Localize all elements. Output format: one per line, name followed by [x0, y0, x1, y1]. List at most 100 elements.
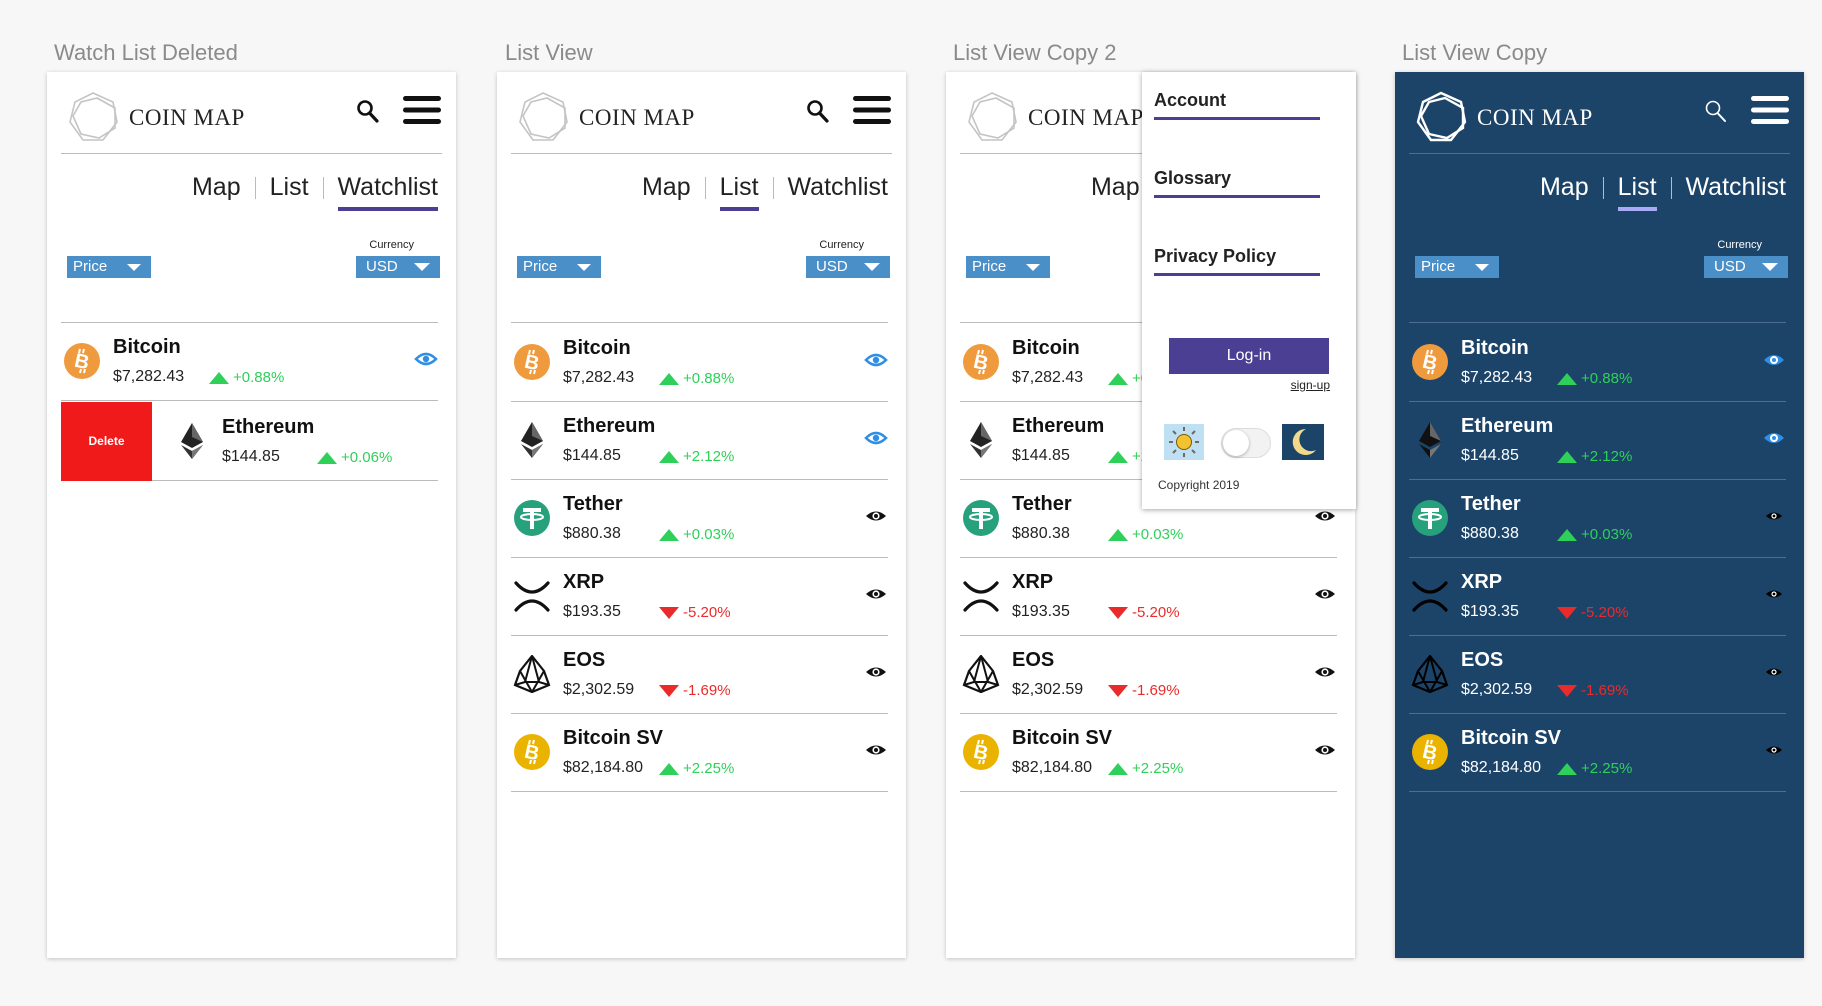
- price-change-value: +0.88%: [683, 370, 735, 387]
- tab-map[interactable]: Map: [1540, 173, 1589, 204]
- price-sort-select[interactable]: Price: [517, 256, 601, 278]
- hamburger-menu-icon[interactable]: [1750, 94, 1790, 126]
- currency-select[interactable]: USD: [806, 256, 890, 278]
- coin-row[interactable]: Tether $880.38 +0.03%: [1409, 479, 1786, 558]
- tab-map[interactable]: Map: [642, 173, 691, 204]
- coin-map-logo-icon: [1416, 91, 1467, 142]
- coin-price: $7,282.43: [113, 368, 185, 385]
- watch-eye-icon[interactable]: [864, 584, 888, 604]
- watch-eye-icon[interactable]: [864, 662, 888, 682]
- menu-item-privacy-policy[interactable]: Privacy Policy: [1154, 246, 1320, 276]
- eos-icon: [962, 655, 1000, 693]
- price-change-value: +2.25%: [1581, 760, 1633, 777]
- tab-list[interactable]: List: [719, 173, 759, 211]
- price-change: -5.20%: [659, 604, 731, 621]
- coin-row[interactable]: EOS $2,302.59 -1.69%: [511, 635, 888, 714]
- menu-item-account[interactable]: Account: [1154, 90, 1320, 120]
- coin-row[interactable]: B Bitcoin SV $82,184.80 +2.25%: [511, 713, 888, 792]
- arrow-up-icon: [317, 451, 337, 464]
- coin-row[interactable]: Tether $880.38 +0.03%: [511, 479, 888, 558]
- watch-eye-icon[interactable]: [1762, 740, 1786, 760]
- price-sort-select[interactable]: Price: [1415, 256, 1499, 278]
- menu-item-glossary[interactable]: Glossary: [1154, 168, 1320, 198]
- sun-icon[interactable]: [1164, 424, 1204, 460]
- tab-map[interactable]: Map: [1091, 173, 1140, 204]
- price-change-value: +2.12%: [683, 448, 735, 465]
- price-sort-select[interactable]: Price: [966, 256, 1050, 278]
- tab-watchlist[interactable]: Watchlist: [337, 173, 439, 211]
- watch-eye-icon[interactable]: [864, 740, 888, 760]
- coin-name: Bitcoin: [1012, 337, 1080, 359]
- coin-price: $144.85: [1012, 447, 1070, 464]
- phone-watchlist-deleted: COIN MAP Map List Watchlist Price Currency USD…: [47, 72, 456, 958]
- coin-name: Bitcoin SV: [1012, 727, 1113, 749]
- watch-eye-icon[interactable]: [1762, 506, 1786, 526]
- login-button[interactable]: Log-in: [1169, 338, 1329, 374]
- price-change: +2.12%: [1557, 448, 1632, 465]
- coin-row[interactable]: Ethereum $144.85 +2.12%: [1409, 401, 1786, 480]
- phone-list-view: COIN MAP Map List Watchlist Price Currency USD…: [497, 72, 906, 958]
- watch-eye-icon[interactable]: [1313, 584, 1337, 604]
- arrow-up-icon: [1557, 372, 1577, 385]
- coin-name: EOS: [1012, 649, 1055, 671]
- watch-eye-icon[interactable]: [1762, 662, 1786, 682]
- price-sort-select[interactable]: Price: [67, 256, 151, 278]
- coin-price: $82,184.80: [1461, 759, 1542, 776]
- coin-row[interactable]: B Bitcoin $7,282.43 +0.88%: [61, 322, 438, 401]
- tab-list[interactable]: List: [270, 173, 309, 204]
- price-change-value: +0.88%: [233, 369, 285, 386]
- coin-row[interactable]: XRP $193.35 -5.20%: [511, 557, 888, 636]
- price-change-value: +2.25%: [683, 760, 735, 777]
- coin-map-logo-icon: [968, 92, 1017, 141]
- currency-select[interactable]: USD: [356, 256, 440, 278]
- artboard-label: List View: [505, 40, 593, 65]
- arrow-down-icon: [1108, 684, 1128, 697]
- search-icon[interactable]: [356, 98, 380, 124]
- coin-row[interactable]: B Bitcoin $7,282.43 +0.88%: [511, 323, 888, 402]
- currency-select[interactable]: USD: [1704, 256, 1788, 278]
- ethereum-icon: [521, 422, 543, 458]
- artboard-label: List View Copy 2: [953, 40, 1117, 65]
- arrow-up-icon: [1108, 528, 1128, 541]
- arrow-up-icon: [1108, 762, 1128, 775]
- watch-eye-icon[interactable]: [864, 506, 888, 526]
- coin-row[interactable]: Ethereum $144.85 +2.12%: [511, 401, 888, 480]
- coin-row-swiped[interactable]: Delete Ethereum $144.85 +0.06%: [61, 402, 438, 481]
- tab-map[interactable]: Map: [192, 173, 241, 204]
- coin-row[interactable]: EOS $2,302.59 -1.69%: [1409, 635, 1786, 714]
- watch-eye-icon[interactable]: [1313, 506, 1337, 526]
- coin-row[interactable]: XRP $193.35 -5.20%: [960, 557, 1337, 636]
- tether-icon: [1412, 500, 1448, 536]
- watch-eye-icon[interactable]: [1762, 584, 1786, 604]
- search-icon[interactable]: [1704, 98, 1728, 124]
- brand-name: COIN MAP: [579, 105, 695, 130]
- moon-icon[interactable]: [1282, 424, 1324, 460]
- watch-eye-icon[interactable]: [864, 428, 888, 448]
- coin-row[interactable]: B Bitcoin SV $82,184.80 +2.25%: [960, 713, 1337, 792]
- watch-eye-icon[interactable]: [1313, 740, 1337, 760]
- watch-eye-icon[interactable]: [1762, 350, 1786, 370]
- tab-separator: [704, 177, 706, 199]
- coin-row[interactable]: B Bitcoin SV $82,184.80 +2.25%: [1409, 713, 1786, 792]
- coin-row[interactable]: EOS $2,302.59 -1.69%: [960, 635, 1337, 714]
- hamburger-menu-icon[interactable]: [402, 94, 442, 126]
- watch-eye-icon[interactable]: [864, 350, 888, 370]
- watch-eye-icon[interactable]: [1313, 662, 1337, 682]
- coin-row[interactable]: B Bitcoin $7,282.43 +0.88%: [1409, 323, 1786, 402]
- tab-watchlist[interactable]: Watchlist: [788, 173, 888, 204]
- coin-row[interactable]: XRP $193.35 -5.20%: [1409, 557, 1786, 636]
- xrp-icon: [1412, 581, 1448, 612]
- tab-watchlist[interactable]: Watchlist: [1686, 173, 1786, 204]
- tab-separator: [254, 177, 256, 199]
- tab-separator: [1602, 177, 1604, 199]
- search-icon[interactable]: [806, 98, 830, 124]
- signup-link[interactable]: sign-up: [1291, 378, 1330, 392]
- theme-toggle[interactable]: [1221, 428, 1271, 458]
- delete-button[interactable]: Delete: [61, 402, 152, 481]
- watch-eye-icon[interactable]: [414, 349, 438, 369]
- tab-list[interactable]: List: [1617, 173, 1657, 211]
- hamburger-menu-icon[interactable]: [852, 94, 892, 126]
- coin-name: XRP: [1012, 571, 1054, 593]
- watch-eye-icon[interactable]: [1762, 428, 1786, 448]
- coin-price: $193.35: [1012, 603, 1070, 620]
